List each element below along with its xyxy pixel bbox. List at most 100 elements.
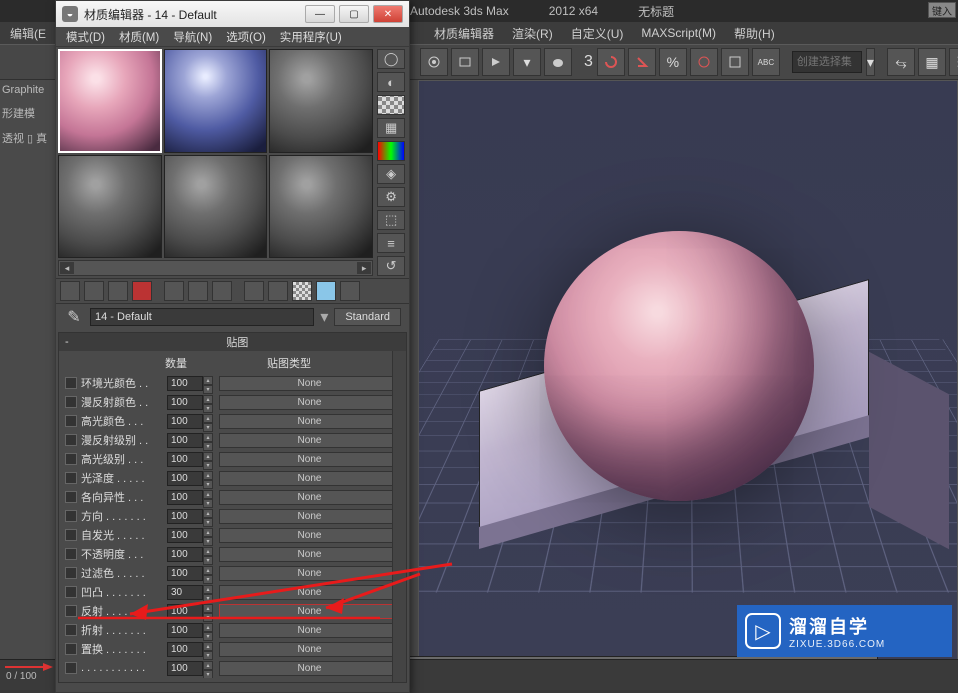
make-preview-icon[interactable]: ◈: [377, 164, 405, 184]
map-slot-button[interactable]: None: [219, 528, 400, 543]
assign-to-selection-icon[interactable]: [108, 281, 128, 301]
map-enable-checkbox[interactable]: [65, 605, 77, 617]
map-enable-checkbox[interactable]: [65, 377, 77, 389]
map-enable-checkbox[interactable]: [65, 548, 77, 560]
me-menu-navigate[interactable]: 导航(N): [167, 27, 218, 47]
map-enable-checkbox[interactable]: [65, 662, 77, 674]
spin-up-icon[interactable]: ▴: [203, 414, 213, 423]
material-list-icon[interactable]: ≡: [377, 233, 405, 253]
go-to-parent-icon[interactable]: [316, 281, 336, 301]
snap-options-icon[interactable]: [721, 48, 749, 76]
cycle-icon[interactable]: ↺: [377, 256, 405, 276]
sample-uv-icon[interactable]: ▦: [377, 118, 405, 138]
show-end-result-icon[interactable]: [292, 281, 312, 301]
spin-up-icon[interactable]: ▴: [203, 433, 213, 442]
layer-icon[interactable]: ☰: [949, 48, 958, 76]
spin-up-icon[interactable]: ▴: [203, 585, 213, 594]
map-list-scrollbar[interactable]: [392, 351, 406, 682]
map-slot-button[interactable]: None: [219, 395, 400, 410]
teapot-render-icon[interactable]: [544, 48, 572, 76]
menu-material-editor[interactable]: 材质编辑器: [426, 23, 502, 44]
put-to-library-icon[interactable]: [212, 281, 232, 301]
map-slot-button[interactable]: None: [219, 471, 400, 486]
snap-toggle-icon[interactable]: [597, 48, 625, 76]
map-amount-spinner[interactable]: 100: [167, 604, 203, 619]
spin-up-icon[interactable]: ▴: [203, 604, 213, 613]
selection-set-dropdown-icon[interactable]: ▾: [866, 48, 875, 76]
sample-slot-6[interactable]: [269, 155, 373, 259]
align-icon[interactable]: ▦: [918, 48, 946, 76]
sample-slot-5[interactable]: [164, 155, 268, 259]
map-amount-spinner[interactable]: 100: [167, 623, 203, 638]
map-slot-button[interactable]: None: [219, 433, 400, 448]
map-slot-button[interactable]: None: [219, 414, 400, 429]
me-menu-mode[interactable]: 模式(D): [60, 27, 111, 47]
render-frame-icon[interactable]: [451, 48, 479, 76]
map-slot-button[interactable]: None: [219, 547, 400, 562]
map-slot-button[interactable]: None: [219, 623, 400, 638]
put-to-scene-icon[interactable]: [84, 281, 104, 301]
map-slot-button[interactable]: None: [219, 642, 400, 657]
make-copy-icon[interactable]: [164, 281, 184, 301]
map-enable-checkbox[interactable]: [65, 491, 77, 503]
maximize-button[interactable]: ▢: [339, 5, 369, 23]
render-setup-icon[interactable]: [420, 48, 448, 76]
abc-helper-icon[interactable]: ABC: [752, 48, 780, 76]
spin-up-icon[interactable]: ▴: [203, 566, 213, 575]
show-map-icon[interactable]: [268, 281, 288, 301]
map-amount-spinner[interactable]: 100: [167, 414, 203, 429]
map-amount-spinner[interactable]: 100: [167, 509, 203, 524]
map-enable-checkbox[interactable]: [65, 415, 77, 427]
menu-edit-partial[interactable]: 编辑(E: [2, 23, 54, 44]
map-amount-spinner[interactable]: 100: [167, 376, 203, 391]
spin-up-icon[interactable]: ▴: [203, 528, 213, 537]
material-id-icon[interactable]: [244, 281, 264, 301]
close-button[interactable]: ✕: [373, 5, 403, 23]
angle-snap-icon[interactable]: [628, 48, 656, 76]
background-icon[interactable]: [377, 95, 405, 115]
sample-slot-3[interactable]: [269, 49, 373, 153]
spin-down-icon[interactable]: ▾: [203, 670, 213, 679]
get-material-icon[interactable]: [60, 281, 80, 301]
go-forward-icon[interactable]: [340, 281, 360, 301]
spin-up-icon[interactable]: ▴: [203, 471, 213, 480]
render-dropdown-icon[interactable]: ▾: [513, 48, 541, 76]
spin-up-icon[interactable]: ▴: [203, 490, 213, 499]
mirror-icon[interactable]: ⥃: [887, 48, 915, 76]
sample-type-icon[interactable]: ◯: [377, 49, 405, 69]
map-amount-spinner[interactable]: 100: [167, 490, 203, 505]
menu-customize[interactable]: 自定义(U): [563, 23, 632, 44]
maps-rollout-header[interactable]: - 贴图: [59, 333, 406, 351]
map-amount-spinner[interactable]: 100: [167, 661, 203, 676]
map-slot-button[interactable]: None: [219, 585, 400, 600]
percent-snap-icon[interactable]: %: [659, 48, 687, 76]
quick-render-icon[interactable]: [482, 48, 510, 76]
map-slot-button[interactable]: None: [219, 566, 400, 581]
map-slot-button[interactable]: None: [219, 452, 400, 467]
spin-up-icon[interactable]: ▴: [203, 642, 213, 651]
menu-render[interactable]: 渲染(R): [504, 23, 561, 44]
map-enable-checkbox[interactable]: [65, 624, 77, 636]
map-amount-spinner[interactable]: 100: [167, 547, 203, 562]
sample-slot-4[interactable]: [58, 155, 162, 259]
map-enable-checkbox[interactable]: [65, 510, 77, 522]
map-slot-button[interactable]: None: [219, 604, 400, 619]
selection-set-input[interactable]: [792, 51, 862, 73]
spin-up-icon[interactable]: ▴: [203, 395, 213, 404]
options-icon[interactable]: ⚙: [377, 187, 405, 207]
backlight-icon[interactable]: ◐: [377, 72, 405, 92]
map-enable-checkbox[interactable]: [65, 434, 77, 446]
material-editor-titlebar[interactable]: ◒ 材质编辑器 - 14 - Default — ▢ ✕: [56, 1, 409, 27]
material-name-input[interactable]: [90, 308, 314, 326]
material-type-button[interactable]: Standard: [334, 308, 401, 326]
spin-up-icon[interactable]: ▴: [203, 509, 213, 518]
key-hint-button[interactable]: 键入: [928, 2, 956, 18]
map-amount-spinner[interactable]: 100: [167, 528, 203, 543]
map-slot-button[interactable]: None: [219, 509, 400, 524]
map-amount-spinner[interactable]: 100: [167, 395, 203, 410]
scroll-right-icon[interactable]: ▸: [357, 262, 371, 274]
menu-maxscript[interactable]: MAXScript(M): [633, 24, 724, 42]
map-slot-button[interactable]: None: [219, 661, 400, 676]
scroll-left-icon[interactable]: ◂: [60, 262, 74, 274]
me-menu-utilities[interactable]: 实用程序(U): [274, 27, 348, 47]
